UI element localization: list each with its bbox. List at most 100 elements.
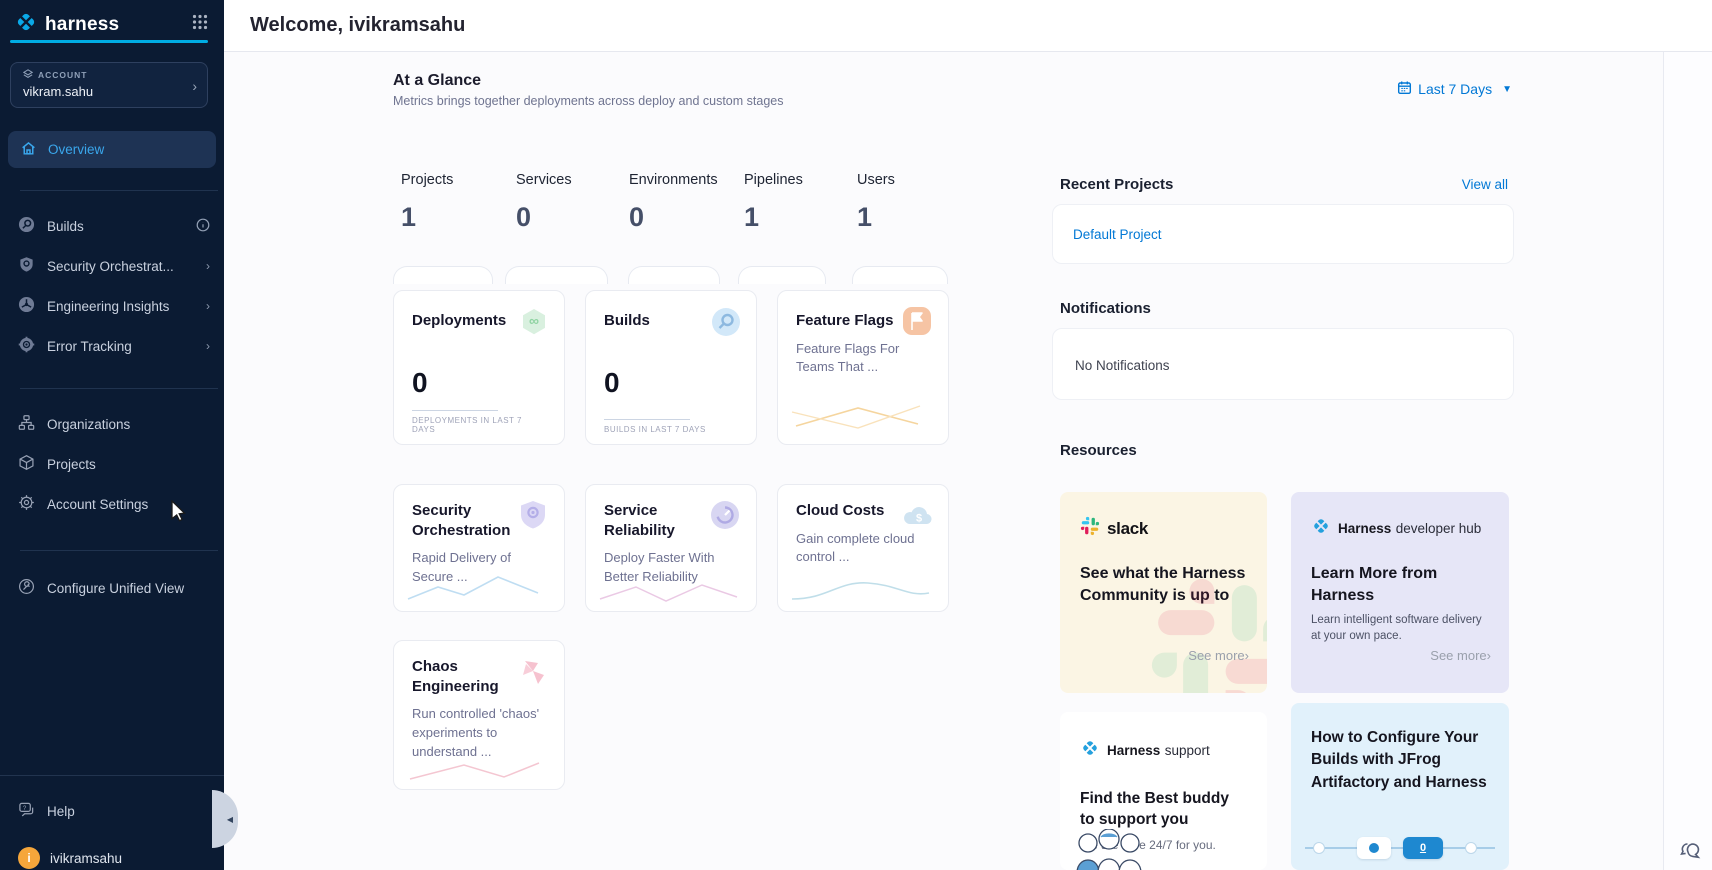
notifications-title: Notifications xyxy=(1060,300,1151,317)
chat-widget-icon[interactable] xyxy=(1678,835,1706,868)
sidebar-item-error-tracking[interactable]: Error Tracking › xyxy=(0,326,224,366)
support-card-heading: Find the Best buddy to support you xyxy=(1080,789,1247,831)
jfrog-article-card[interactable]: How to Configure Your Builds with JFrog … xyxy=(1291,703,1509,870)
card-caption: BUILDS IN LAST 7 DAYS xyxy=(604,425,724,434)
sidebar-item-projects[interactable]: Projects xyxy=(0,444,224,484)
harness-logo-icon xyxy=(1311,516,1331,541)
security-orchestration-card[interactable]: Security Orchestration Rapid Delivery of… xyxy=(393,484,565,612)
sidebar-item-builds[interactable]: Builds xyxy=(0,206,224,246)
info-icon[interactable] xyxy=(196,218,210,235)
card-title: Service Reliability xyxy=(604,501,716,540)
chaos-sparkline xyxy=(404,757,549,783)
sidebar-item-label: Configure Unified View xyxy=(47,581,210,596)
chaos-engineering-card[interactable]: Chaos Engineering Run controlled 'chaos'… xyxy=(393,640,565,790)
scroll-gutter[interactable] xyxy=(1663,52,1712,870)
slack-community-card[interactable]: slack See what the Harness Community is … xyxy=(1060,492,1267,693)
metric-label: Environments xyxy=(629,172,739,188)
jfrog-card-heading: How to Configure Your Builds with JFrog … xyxy=(1311,727,1489,794)
sidebar-item-label: Engineering Insights xyxy=(47,299,194,314)
harness-support-card[interactable]: Harness support Find the Best buddy to s… xyxy=(1060,712,1267,870)
card-title: Deployments xyxy=(412,311,524,331)
home-icon xyxy=(20,140,37,160)
devhub-card-subtext: Learn intelligent software delivery at y… xyxy=(1311,612,1489,644)
user-name: ivikramsahu xyxy=(50,851,122,866)
card-title: Cloud Costs xyxy=(796,501,908,521)
shield-icon xyxy=(18,256,35,276)
brand-harness: Harness xyxy=(1107,743,1160,758)
metrics-row: Projects 1 Services 0 Environments 0 Pip… xyxy=(401,172,956,262)
card-desc: Gain complete cloud control ... xyxy=(796,530,926,568)
chevron-right-icon: › xyxy=(192,78,197,94)
sidebar-divider xyxy=(20,388,218,389)
developer-hub-card[interactable]: Harness developer hub Learn More from Ha… xyxy=(1291,492,1509,693)
card-title: Chaos Engineering xyxy=(412,657,524,696)
devhub-see-more-link[interactable]: See more› xyxy=(1430,648,1491,663)
harness-logo-icon xyxy=(1080,738,1100,763)
deployments-card[interactable]: Deployments ∞ 0 DEPLOYMENTS IN LAST 7 DA… xyxy=(393,290,565,445)
account-label: ACCOUNT xyxy=(38,70,88,80)
service-reliability-card[interactable]: Service Reliability Deploy Faster With B… xyxy=(585,484,757,612)
feature-flags-card[interactable]: Feature Flags Feature Flags For Teams Th… xyxy=(777,290,949,445)
brand-devhub: developer hub xyxy=(1396,521,1482,536)
sidebar-item-security-orchestration[interactable]: Security Orchestrat... › xyxy=(0,246,224,286)
page-header: Welcome, ivikramsahu xyxy=(224,0,1712,52)
chevron-right-icon: › xyxy=(206,259,210,273)
organizations-icon xyxy=(18,414,35,434)
sidebar-item-engineering-insights[interactable]: Engineering Insights › xyxy=(0,286,224,326)
sidebar-item-label: Overview xyxy=(48,142,104,157)
card-caption: DEPLOYMENTS IN LAST 7 DAYS xyxy=(412,416,532,434)
metric-services: Services 0 xyxy=(516,172,626,233)
insights-icon xyxy=(18,296,35,316)
builds-card[interactable]: Builds 0 BUILDS IN LAST 7 DAYS xyxy=(585,290,757,445)
ccm-module-icon: $ xyxy=(900,498,936,534)
at-a-glance-subtitle: Metrics brings together deployments acro… xyxy=(393,94,783,108)
card-title: Security Orchestration xyxy=(412,501,524,540)
pipeline-stage-icon xyxy=(1357,837,1391,859)
sidebar-item-help[interactable]: ? Help xyxy=(0,791,224,831)
wrench-icon xyxy=(18,578,35,598)
sidebar-item-account-settings[interactable]: Account Settings xyxy=(0,484,224,524)
card-title: Feature Flags xyxy=(796,311,908,331)
account-name: vikram.sahu xyxy=(23,84,197,99)
slack-see-more-link[interactable]: See more› xyxy=(1188,648,1249,663)
project-link-default-project[interactable]: Default Project xyxy=(1073,227,1162,242)
security-sparkline xyxy=(404,571,549,605)
metric-value: 1 xyxy=(857,202,967,233)
sidebar-item-organizations[interactable]: Organizations xyxy=(0,404,224,444)
slack-icon xyxy=(1080,516,1100,541)
user-menu[interactable]: i ivikramsahu xyxy=(18,847,122,869)
metric-value: 0 xyxy=(516,202,626,233)
account-selector[interactable]: ACCOUNT vikram.sahu › xyxy=(10,62,208,108)
metric-users: Users 1 xyxy=(857,172,967,233)
help-chat-icon: ? xyxy=(18,801,35,821)
svg-text:∞: ∞ xyxy=(529,313,539,329)
metric-value: 0 xyxy=(629,202,739,233)
sidebar-item-label: Help xyxy=(47,804,210,819)
resources-title: Resources xyxy=(1060,442,1137,459)
sidebar-item-label: Builds xyxy=(47,219,184,234)
cloud-costs-card[interactable]: Cloud Costs $ Gain complete cloud contro… xyxy=(777,484,949,612)
sidebar-item-configure-unified-view[interactable]: Configure Unified View xyxy=(0,568,224,608)
sidebar-item-overview[interactable]: Overview xyxy=(8,131,216,168)
metric-label: Pipelines xyxy=(744,172,854,188)
main-content: At a Glance Metrics brings together depl… xyxy=(224,52,1712,870)
mouse-cursor xyxy=(171,500,190,527)
metric-label: Services xyxy=(516,172,626,188)
collapse-arrow-icon: ◀ xyxy=(227,815,233,824)
harness-logo[interactable]: harness xyxy=(14,10,119,39)
sidebar-divider xyxy=(0,775,224,776)
notifications-card: No Notifications xyxy=(1052,328,1514,400)
app-grid-icon[interactable] xyxy=(192,14,208,35)
recent-projects-card: Default Project xyxy=(1052,204,1514,264)
card-desc: Run controlled 'chaos' experiments to un… xyxy=(412,705,542,762)
metric-label: Users xyxy=(857,172,967,188)
chaos-module-icon xyxy=(516,654,552,690)
card-value: 0 xyxy=(412,367,548,399)
devhub-card-heading: Learn More from Harness xyxy=(1311,563,1461,606)
pipeline-stage-badge: 0 xyxy=(1403,837,1443,859)
view-all-link[interactable]: View all xyxy=(1462,177,1508,192)
sidebar-divider xyxy=(20,550,218,551)
sidebar-general-group: Organizations Projects Account Settings xyxy=(0,404,224,524)
recent-projects-title: Recent Projects xyxy=(1060,176,1173,193)
slack-wordmark: slack xyxy=(1107,519,1148,539)
